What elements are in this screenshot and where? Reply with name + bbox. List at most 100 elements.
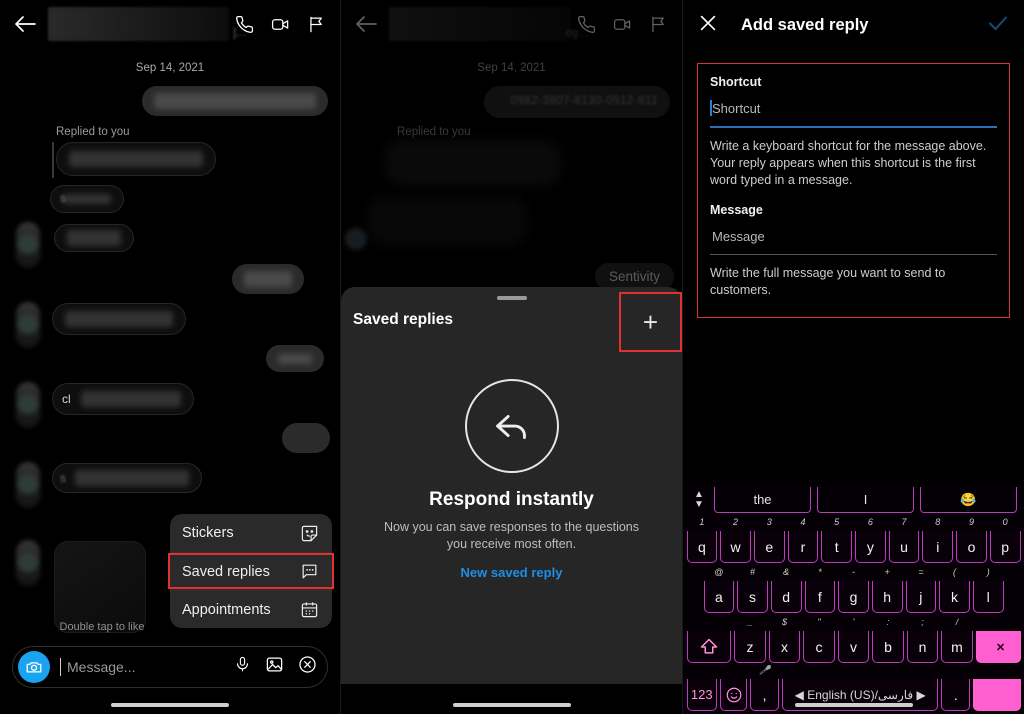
key-v[interactable]: ' v bbox=[837, 617, 870, 663]
key-f[interactable]: * f bbox=[804, 567, 836, 613]
redacted-content bbox=[154, 93, 316, 109]
key-alt-label: # bbox=[749, 567, 756, 577]
key-e[interactable]: 3e bbox=[753, 517, 785, 563]
message-bubble-incoming[interactable] bbox=[385, 140, 561, 186]
camera-icon[interactable] bbox=[18, 651, 50, 683]
key-z[interactable]: _ z bbox=[734, 617, 766, 663]
key-alt-label: ' bbox=[852, 617, 855, 627]
image-message[interactable] bbox=[54, 541, 146, 633]
video-camera-icon[interactable] bbox=[612, 15, 633, 34]
checkmark-icon[interactable] bbox=[986, 11, 1010, 40]
sheet-drag-handle[interactable] bbox=[496, 296, 527, 300]
key-h[interactable]: + h bbox=[871, 567, 903, 613]
key-q[interactable]: 1q bbox=[686, 517, 718, 563]
key-i[interactable]: 8i bbox=[922, 517, 954, 563]
contact-name-tail: og… bbox=[565, 27, 589, 39]
key-c[interactable]: " c bbox=[803, 617, 835, 663]
key-g[interactable]: -g bbox=[838, 567, 869, 613]
key-n[interactable]: ; n bbox=[906, 617, 939, 663]
shortcut-input[interactable]: Shortcut bbox=[710, 100, 997, 116]
period-key[interactable]: ‮ . bbox=[941, 679, 971, 711]
key-alt-label: @ bbox=[714, 567, 724, 577]
key-alt-label: _ bbox=[747, 617, 753, 627]
key-label: t bbox=[834, 538, 839, 555]
microphone-icon[interactable] bbox=[234, 655, 251, 679]
key-l[interactable]: ) l bbox=[972, 567, 1004, 613]
composer-icons bbox=[234, 655, 317, 679]
shortcut-help-text: Write a keyboard shortcut for the messag… bbox=[710, 138, 987, 187]
message-bubble-incoming[interactable] bbox=[367, 196, 527, 246]
redacted-content bbox=[65, 311, 173, 327]
suggestion-expand-icon[interactable]: ▲ ▼ bbox=[687, 490, 711, 510]
key-alt-label: 4 bbox=[800, 517, 806, 527]
suggestion-3[interactable]: 😂 bbox=[920, 487, 1017, 513]
flag-icon[interactable] bbox=[307, 15, 326, 34]
menu-item-appointments[interactable]: Appointments bbox=[170, 590, 332, 628]
message-bubble-outgoing[interactable] bbox=[232, 264, 304, 294]
contact-name-redacted[interactable]: ]… bbox=[48, 7, 247, 41]
new-saved-reply-link[interactable]: New saved reply bbox=[341, 565, 682, 580]
panel-add-saved-reply: Add saved reply Shortcut Shortcut Write … bbox=[683, 0, 1024, 714]
empty-state-title: Respond instantly bbox=[429, 489, 594, 510]
numbers-key[interactable]: 123 bbox=[686, 679, 718, 711]
key-u[interactable]: 7u bbox=[888, 517, 920, 563]
message-bubble-incoming[interactable] bbox=[54, 224, 134, 252]
suggestion-2[interactable]: I bbox=[817, 487, 914, 513]
backspace-key[interactable] bbox=[975, 631, 1021, 663]
close-x-icon[interactable] bbox=[697, 12, 719, 39]
suggestion-strip: ▲ ▼ the I 😂 bbox=[683, 485, 1024, 515]
back-arrow-icon[interactable] bbox=[10, 9, 40, 39]
key-w[interactable]: 2w bbox=[720, 517, 751, 563]
photo-icon[interactable] bbox=[265, 655, 284, 679]
key-label: j bbox=[919, 588, 923, 605]
key-y[interactable]: 6y bbox=[855, 517, 886, 563]
key-label: e bbox=[765, 538, 774, 555]
key-k[interactable]: (k bbox=[939, 567, 970, 613]
system-nav-pill bbox=[794, 703, 913, 707]
enter-key[interactable] bbox=[973, 679, 1021, 711]
message-input[interactable]: Message bbox=[710, 229, 997, 244]
menu-item-stickers[interactable]: Stickers bbox=[170, 514, 332, 552]
message-bubble-outgoing[interactable] bbox=[282, 423, 330, 453]
attachment-menu: Stickers Saved replies Appointments bbox=[168, 514, 334, 628]
key-o[interactable]: 9o bbox=[956, 517, 987, 563]
redacted-content bbox=[69, 151, 203, 167]
add-saved-reply-button[interactable]: + bbox=[619, 292, 682, 352]
message-input[interactable]: Message... bbox=[60, 658, 224, 676]
menu-item-saved-replies[interactable]: Saved replies bbox=[168, 552, 334, 590]
key-alt-label: = bbox=[918, 567, 924, 577]
message-bubble-incoming[interactable] bbox=[56, 142, 216, 176]
key-t[interactable]: 5t bbox=[821, 517, 853, 563]
key-d[interactable]: & d bbox=[770, 567, 802, 613]
flag-icon[interactable] bbox=[649, 15, 668, 34]
emoji-key[interactable] bbox=[720, 679, 748, 711]
message-bubble-outgoing[interactable] bbox=[142, 86, 328, 116]
avatar-dot bbox=[18, 474, 38, 494]
key-j[interactable]: = j bbox=[905, 567, 937, 613]
close-circle-icon[interactable] bbox=[298, 655, 317, 679]
key-label: r bbox=[800, 538, 806, 555]
back-arrow-icon[interactable] bbox=[351, 9, 381, 39]
saved-reply-form-highlight: Shortcut Shortcut Write a keyboard short… bbox=[697, 63, 1010, 318]
key-b[interactable]: :b bbox=[872, 617, 904, 663]
key-s[interactable]: # s bbox=[737, 567, 768, 613]
shortcut-input-underline bbox=[710, 126, 997, 128]
shift-key[interactable] bbox=[686, 631, 732, 663]
sticker-icon bbox=[298, 522, 320, 544]
suggestion-1[interactable]: the bbox=[714, 487, 811, 513]
message-bubble-incoming[interactable] bbox=[52, 383, 194, 415]
chat-header: og… bbox=[341, 0, 682, 48]
key-p[interactable]: 0p bbox=[989, 517, 1021, 563]
key-x[interactable]: $ x bbox=[768, 617, 801, 663]
quick-reply-bubble[interactable]: Sentivity bbox=[594, 263, 674, 290]
message-bubble-incoming[interactable] bbox=[52, 463, 202, 493]
video-camera-icon[interactable] bbox=[270, 15, 291, 34]
contact-name-redacted[interactable]: og… bbox=[389, 7, 589, 41]
key-r[interactable]: 4r bbox=[787, 517, 819, 563]
key-a[interactable]: @ a bbox=[703, 567, 735, 613]
message-bubble-outgoing[interactable] bbox=[266, 345, 324, 372]
key-m[interactable]: / m bbox=[941, 617, 973, 663]
message-bubble-incoming[interactable] bbox=[52, 303, 186, 335]
key-label: . bbox=[953, 686, 958, 703]
comma-key[interactable]: 🎤 , bbox=[750, 665, 780, 711]
